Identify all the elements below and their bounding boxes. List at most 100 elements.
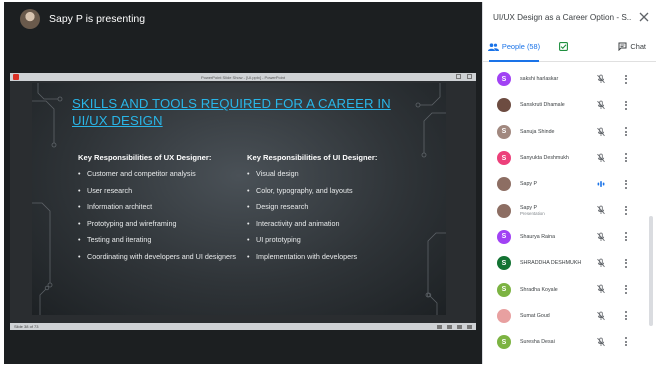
dot — [625, 130, 627, 133]
list-item: Testing and iterating — [78, 235, 238, 245]
participant-text: sakshi harlaskar — [520, 76, 588, 82]
dot — [625, 160, 627, 163]
participant-row[interactable]: Sapy P Presentation — [483, 197, 656, 223]
maximize-icon — [467, 74, 472, 79]
dot — [625, 104, 627, 107]
participant-avatar — [497, 308, 511, 323]
mic-off-icon — [597, 127, 605, 136]
participant-text: Sanskruti Dhamale — [520, 102, 588, 108]
mic-off-icon — [597, 153, 605, 162]
more-options-button[interactable] — [624, 125, 628, 139]
participant-avatar — [497, 203, 511, 218]
shared-window-title: PowerPoint Slide Show - [UI.pptx] - Powe… — [200, 74, 286, 80]
dot — [625, 134, 627, 137]
participant-role: Presentation — [520, 211, 545, 217]
dot — [625, 186, 627, 189]
people-icon — [487, 42, 499, 51]
participant-text: SHRADDHA DESHMUKH — [520, 260, 588, 266]
more-options-button[interactable] — [624, 335, 628, 349]
tab-chat[interactable]: Chat — [585, 32, 656, 61]
tab-people[interactable]: People (58) — [483, 32, 545, 62]
chat-icon — [618, 42, 627, 51]
participant-text: Shradha Koyale — [520, 287, 588, 293]
dot — [625, 127, 627, 130]
participant-row[interactable]: Sapy P — [483, 171, 656, 197]
mic-off-icon — [597, 311, 605, 320]
participant-text: Sanyukta Deshmukh — [520, 155, 588, 161]
view-controls — [437, 324, 472, 329]
shared-window-statusbar: Slide 38 of 73 — [10, 323, 476, 330]
more-options-button[interactable] — [624, 203, 628, 217]
participant-row[interactable]: S Sanuja Shinde — [483, 119, 656, 145]
tab-people-label: People (58) — [501, 42, 541, 51]
participant-name: SHRADDHA DESHMUKH — [520, 260, 582, 267]
reading-view-icon — [457, 324, 462, 329]
list-item: Coordinating with developers and UI desi… — [78, 252, 238, 262]
participant-row[interactable]: Ssakshi harlaskar — [483, 66, 656, 92]
participant-avatar — [497, 98, 511, 113]
scroll-thumb[interactable] — [649, 216, 653, 326]
participant-text: Sapy P Presentation — [520, 205, 588, 216]
dot — [625, 340, 627, 343]
participant-avatar: S — [497, 151, 511, 166]
ui-list: Visual design Color, typography, and lay… — [247, 169, 427, 262]
participant-avatar — [497, 177, 511, 192]
participant-row[interactable]: S Sanyukta Deshmukh — [483, 145, 656, 171]
participant-name: Sanyukta Deshmukh — [520, 155, 569, 162]
participant-name: sakshi harlaskar — [520, 76, 559, 83]
participant-row[interactable]: S Shradha Koyale — [483, 276, 656, 302]
more-options-button[interactable] — [624, 151, 628, 165]
participant-row[interactable]: S Shaurya Raina — [483, 224, 656, 250]
list-item: Information architect — [78, 202, 238, 212]
slide-counter: Slide 38 of 73 — [14, 324, 39, 329]
dot — [625, 288, 627, 291]
more-options-button[interactable] — [624, 256, 628, 270]
list-item: Visual design — [247, 169, 427, 179]
participant-avatar: S — [497, 72, 511, 87]
participant-text: Sumat Goud — [520, 313, 588, 319]
dot — [625, 153, 627, 156]
participant-text: Sapy P — [520, 181, 588, 187]
more-options-button[interactable] — [624, 98, 628, 112]
shared-screen: PowerPoint Slide Show - [UI.pptx] - Powe… — [10, 73, 476, 330]
mic-off-icon — [597, 74, 605, 84]
dot — [625, 344, 627, 347]
presenter-bar: Sapy P is presenting — [4, 2, 482, 36]
more-options-button[interactable] — [624, 177, 628, 191]
dot — [625, 232, 627, 235]
participant-name: Shaurya Raina — [520, 233, 556, 240]
panel-header: UI/UX Design as a Career Option - S... — [483, 2, 656, 32]
dot — [625, 284, 627, 287]
more-options-button[interactable] — [624, 230, 628, 244]
more-options-button[interactable] — [624, 72, 628, 86]
participant-name: Suresha Desai — [520, 339, 555, 346]
ui-heading: Key Responsibilities of UI Designer: — [247, 153, 378, 162]
participant-name: Shradha Koyale — [520, 286, 558, 293]
people-scrollbar[interactable] — [649, 66, 653, 362]
participant-text: Sanuja Shinde — [520, 129, 588, 135]
list-item: Customer and competitor analysis — [78, 169, 238, 179]
list-item: User research — [78, 186, 238, 196]
dot — [625, 156, 627, 159]
participant-avatar: S — [497, 256, 511, 271]
dot — [625, 212, 627, 215]
close-panel-button[interactable] — [632, 5, 656, 29]
presentation-stage: Sapy P is presenting PowerPoint Slide Sh… — [4, 2, 482, 364]
mic-off-icon — [597, 337, 605, 347]
ui-column: Key Responsibilities of UI Designer: Vis… — [247, 153, 427, 268]
list-item: Interactivity and animation — [247, 219, 427, 229]
participant-avatar: S — [497, 335, 511, 350]
dot — [625, 209, 627, 212]
tab-activities[interactable] — [545, 32, 585, 61]
participant-row[interactable]: Sumat Goud — [483, 303, 656, 329]
participant-row[interactable]: S Suresha Desai — [483, 329, 656, 355]
dot — [625, 265, 627, 268]
presenter-avatar — [20, 9, 40, 29]
ux-heading: Key Responsibilities of UX Designer: — [78, 153, 212, 162]
more-options-button[interactable] — [624, 282, 628, 296]
more-options-button[interactable] — [624, 309, 628, 323]
mic-off-icon — [597, 206, 605, 215]
participant-row[interactable]: Sanskruti Dhamale — [483, 92, 656, 118]
dot — [625, 314, 627, 317]
participant-row[interactable]: S SHRADDHA DESHMUKH — [483, 250, 656, 276]
